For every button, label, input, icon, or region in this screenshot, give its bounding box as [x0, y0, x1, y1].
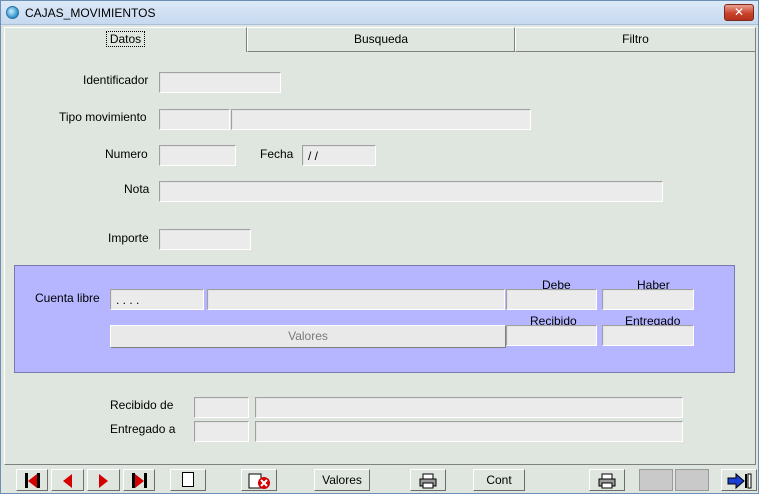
exit-button[interactable]: [721, 469, 757, 491]
identificador-field[interactable]: [159, 72, 281, 93]
recibido-field[interactable]: [506, 325, 597, 346]
new-record-button[interactable]: [170, 469, 206, 491]
print-button-2[interactable]: [589, 469, 625, 491]
valores-toolbar-button[interactable]: Valores: [314, 469, 370, 491]
nota-field[interactable]: [159, 181, 663, 202]
prev-record-button[interactable]: [51, 469, 84, 491]
print-icon: [598, 473, 616, 489]
next-record-icon: [99, 473, 108, 488]
cuenta-libre-label: Cuenta libre: [35, 291, 100, 305]
tipo-movimiento-label: Tipo movimiento: [59, 110, 147, 124]
last-record-button[interactable]: [123, 469, 155, 491]
tab-filtro[interactable]: Filtro: [515, 27, 756, 52]
print-icon: [419, 473, 437, 489]
entregado-a-label: Entregado a: [110, 422, 176, 436]
exit-icon: [727, 472, 752, 489]
importe-field[interactable]: [159, 229, 251, 250]
bottom-toolbar: Valores Cont: [1, 467, 758, 493]
window-title: CAJAS_MOVIMIENTOS: [25, 6, 156, 20]
recibido-de-code-field[interactable]: [194, 397, 249, 418]
entregado-field[interactable]: [602, 325, 694, 346]
tab-datos-label: Datos: [105, 31, 146, 47]
cuenta-panel: Cuenta libre . . . . Debe Haber Valores …: [14, 265, 735, 373]
main-window: CAJAS_MOVIMIENTOS ✕ Datos Busqueda Filtr…: [0, 0, 759, 494]
recibido-de-desc-field[interactable]: [255, 397, 683, 418]
nota-label: Nota: [124, 182, 150, 196]
debe-field[interactable]: [506, 289, 597, 310]
print-button[interactable]: [410, 469, 446, 491]
tab-busqueda[interactable]: Busqueda: [247, 27, 515, 52]
numero-label: Numero: [105, 147, 148, 161]
identificador-label: Identificador: [83, 73, 149, 87]
entregado-a-code-field[interactable]: [194, 421, 249, 442]
disabled-button-1: [639, 469, 673, 491]
app-icon: [6, 6, 19, 19]
new-record-icon: [182, 472, 194, 488]
cont-button[interactable]: Cont: [473, 469, 525, 491]
numero-field[interactable]: [159, 145, 236, 166]
fecha-field[interactable]: / /: [302, 145, 376, 166]
cuenta-code-field[interactable]: . . . .: [110, 289, 204, 310]
tab-datos[interactable]: Datos: [4, 27, 247, 52]
delete-record-icon: [248, 473, 270, 489]
tipo-movimiento-desc-field[interactable]: [231, 109, 531, 130]
last-record-icon: [131, 473, 147, 489]
tab-content-datos: Identificador Tipo movimiento Numero Fec…: [4, 52, 756, 465]
haber-field[interactable]: [602, 289, 694, 310]
title-bar: CAJAS_MOVIMIENTOS ✕: [1, 1, 758, 25]
tab-filtro-label: Filtro: [622, 32, 649, 46]
disabled-button-2: [675, 469, 709, 491]
delete-record-button[interactable]: [241, 469, 277, 491]
tab-busqueda-label: Busqueda: [353, 32, 409, 46]
valores-button[interactable]: Valores: [110, 325, 506, 348]
tab-strip: Datos Busqueda Filtro: [4, 27, 756, 52]
entregado-a-desc-field[interactable]: [255, 421, 683, 442]
first-record-button[interactable]: [16, 469, 48, 491]
prev-record-icon: [63, 473, 72, 488]
tipo-movimiento-code-field[interactable]: [159, 109, 230, 130]
first-record-icon: [24, 473, 40, 489]
fecha-label: Fecha: [260, 147, 294, 161]
importe-label: Importe: [108, 231, 149, 245]
recibido-de-label: Recibido de: [110, 398, 174, 412]
cuenta-desc-field[interactable]: [207, 289, 505, 310]
close-button[interactable]: ✕: [724, 4, 754, 21]
next-record-button[interactable]: [87, 469, 120, 491]
